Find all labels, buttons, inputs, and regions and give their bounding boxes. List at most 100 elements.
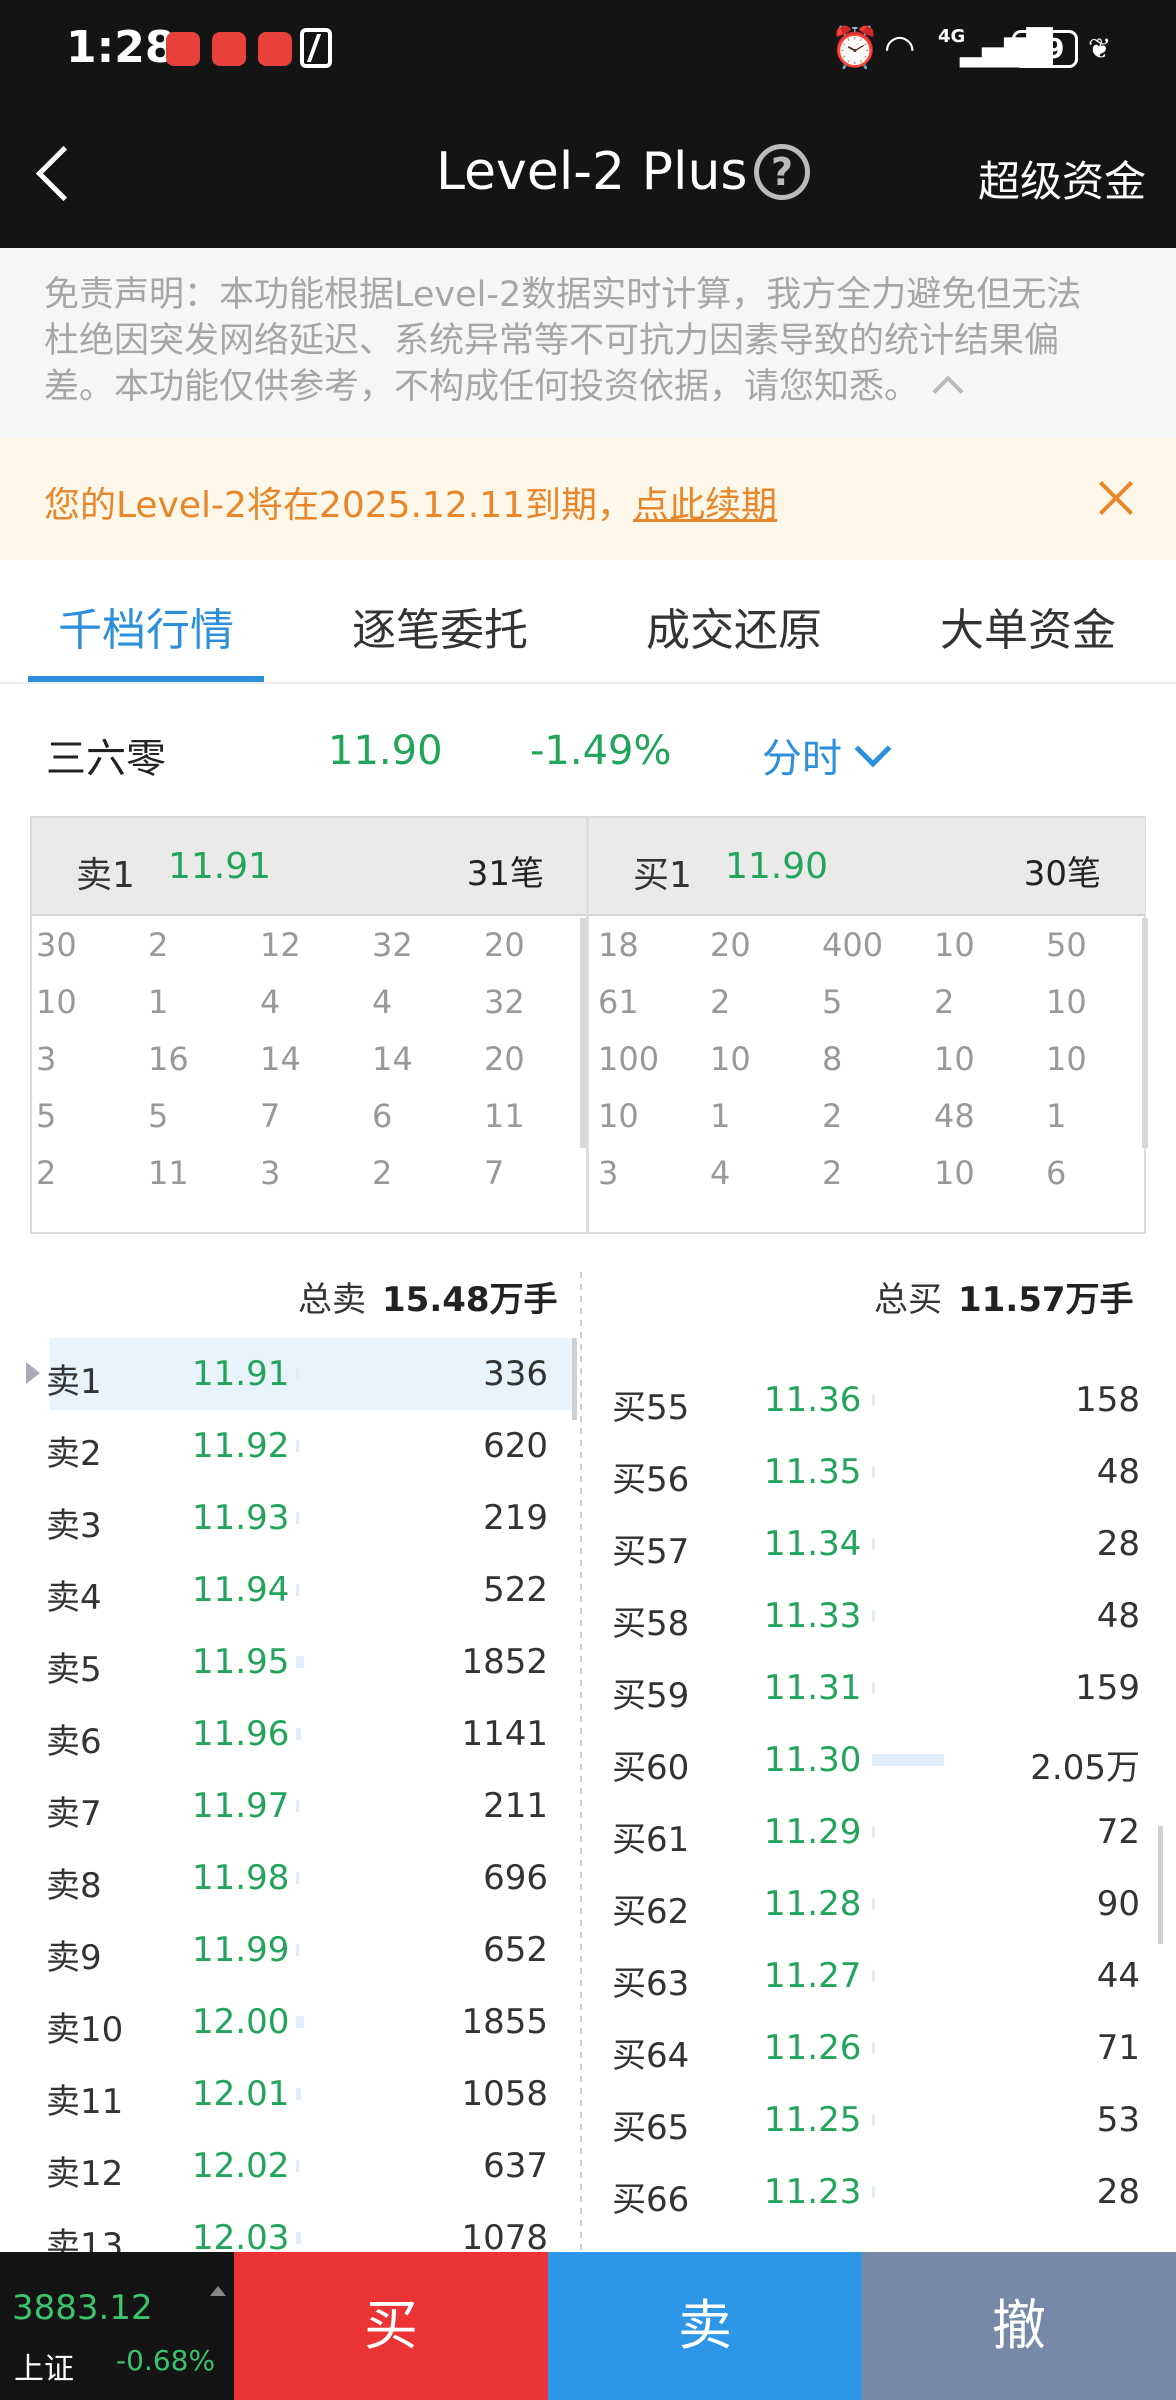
queue-cell: 11 [484,1097,525,1135]
queue-cell: 10 [1046,983,1087,1021]
buy-level-row[interactable]: 买64 11.26 71 [600,2012,1140,2084]
tab-trade-restore[interactable]: 成交还原 [646,594,822,658]
queue-cell: 1 [148,983,169,1021]
level-label: 买62 [612,1892,690,1932]
sell-level-row[interactable]: 卖11 12.01 1058 [0,2058,548,2130]
level-volume: 48 [1096,1596,1140,1636]
queue-count: 31笔 [466,854,544,894]
sell-level-row[interactable]: 卖6 11.96 1141 [0,1698,548,1770]
queue-cell: 30 [36,926,77,964]
sell-level-row[interactable]: 卖8 11.98 696 [0,1842,548,1914]
sell-level-row[interactable]: 卖12 12.02 637 [0,2130,548,2202]
level-volume: 72 [1096,1812,1140,1852]
queue-cell: 18 [598,926,639,964]
index-ticker[interactable]: 3883.12 上证 -0.68% [0,2252,234,2400]
bottom-trade-bar: 3883.12 上证 -0.68% 买 卖 撤 [0,2252,1176,2400]
level-label: 买61 [612,1820,690,1860]
scrollbar[interactable] [572,1338,577,1420]
sell-level-row[interactable]: 卖3 11.93 219 [0,1482,548,1554]
buy-level-row[interactable]: 买63 11.27 44 [600,1940,1140,2012]
level-price: 12.00 [192,2002,290,2042]
volume-bar [296,2088,301,2100]
buy-level-row[interactable]: 买65 11.25 53 [600,2084,1140,2156]
scrollbar[interactable] [1142,918,1148,1148]
level-price: 11.92 [192,1426,290,1466]
scrollbar[interactable] [1158,1826,1163,1944]
stock-name: 三六零 [46,736,166,782]
volume-bar [872,1970,875,1982]
stock-price: 11.90 [328,728,443,774]
level-label: 买58 [612,1604,690,1644]
queue-cell: 2 [822,1154,843,1192]
tab-large-order-funds[interactable]: 大单资金 [940,594,1116,658]
buy-level-row[interactable]: 买57 11.34 28 [600,1508,1140,1580]
battery-icon: 69 [1012,30,1078,68]
level-price: 11.31 [764,1668,862,1708]
volume-bar [296,2016,304,2028]
queue-cell: 3 [598,1154,619,1192]
sell-button[interactable]: 卖 [548,2252,862,2400]
sell-level-row[interactable]: 卖1 11.91 336 [0,1338,548,1410]
cancel-order-button[interactable]: 撤 [862,2252,1176,2400]
queue-row: 5 5 7 6 11 [36,1087,584,1144]
queue-cell: 16 [148,1040,189,1078]
buy-level-row[interactable]: 买55 11.36 158 [600,1364,1140,1436]
close-icon[interactable] [1096,478,1136,518]
buy-button[interactable]: 买 [234,2252,548,2400]
volume-bar [872,1538,875,1550]
volume-bar [296,2160,299,2172]
total-buy-value: 11.57万手 [958,1280,1134,1320]
level-volume: 159 [1075,1668,1140,1708]
sell-level-row[interactable]: 卖2 11.92 620 [0,1410,548,1482]
level-price: 11.27 [764,1956,862,1996]
volume-bar [296,1656,304,1668]
back-arrow-icon[interactable] [30,144,78,204]
buy-level-row[interactable]: 买60 11.30 2.05万 [600,1724,1140,1796]
buy-level-row[interactable]: 买62 11.28 90 [600,1868,1140,1940]
level-price: 12.01 [192,2074,290,2114]
tab-depth-quotes[interactable]: 千档行情 [58,594,234,658]
level-label: 买55 [612,1388,690,1428]
help-icon[interactable]: ? [754,144,810,200]
sell-level-row[interactable]: 卖5 11.95 1852 [0,1626,548,1698]
level-volume: 211 [483,1786,548,1826]
wifi-icon: ◠ [884,28,916,69]
queue-cell: 1 [710,1097,731,1135]
queue-cell: 4 [710,1154,731,1192]
queue-cell: 20 [484,1040,525,1078]
buy-level-row[interactable]: 买58 11.33 48 [600,1580,1140,1652]
sell-level-row[interactable]: 卖9 11.99 652 [0,1914,548,1986]
tab-order-by-order[interactable]: 逐笔委托 [352,594,528,658]
order-queue-panel: 卖1 11.91 31笔 买1 11.90 30笔 30 2 12 32 20 10 1 4 4… [30,816,1148,1234]
collapse-icon[interactable] [932,375,964,407]
queue-cell: 6 [1046,1154,1067,1192]
level-volume: 1855 [461,2002,548,2042]
queue-cell: 3 [36,1040,57,1078]
queue-cell: 2 [934,983,955,1021]
sell-level-row[interactable]: 卖7 11.97 211 [0,1770,548,1842]
level-price: 11.36 [764,1380,862,1420]
depth-divider [580,1272,582,2252]
timeframe-select[interactable]: 分时 [762,726,892,784]
level-label: 买56 [612,1460,690,1500]
volume-bar [296,1872,299,1884]
buy-level-row[interactable]: 买59 11.31 159 [600,1652,1140,1724]
sell-level-row[interactable]: 卖10 12.00 1855 [0,1986,548,2058]
renew-link[interactable]: 点此续期 [633,485,777,526]
index-name: 上证 [14,2352,74,2387]
buy-level-row[interactable]: 买61 11.29 72 [600,1796,1140,1868]
disclaimer-line: 免责声明：本功能根据Level-2数据实时计算，我方全力避免但无法 [44,275,1082,315]
scrollbar[interactable] [580,918,586,1148]
queue-cell: 5 [148,1097,169,1135]
timeframe-label: 分时 [762,736,842,782]
sell-level-row[interactable]: 卖4 11.94 522 [0,1554,548,1626]
super-funds-link[interactable]: 超级资金 [978,148,1146,209]
level-label: 买63 [612,1964,690,2004]
level-label: 买60 [612,1748,690,1788]
volume-bar [872,1754,944,1766]
level-label: 买64 [612,2036,690,2076]
buy-level-row[interactable]: 买56 11.35 48 [600,1436,1140,1508]
calendar-app-icon [212,32,246,66]
volume-bar [872,1898,875,1910]
buy-level-row[interactable]: 买66 11.23 28 [600,2156,1140,2228]
